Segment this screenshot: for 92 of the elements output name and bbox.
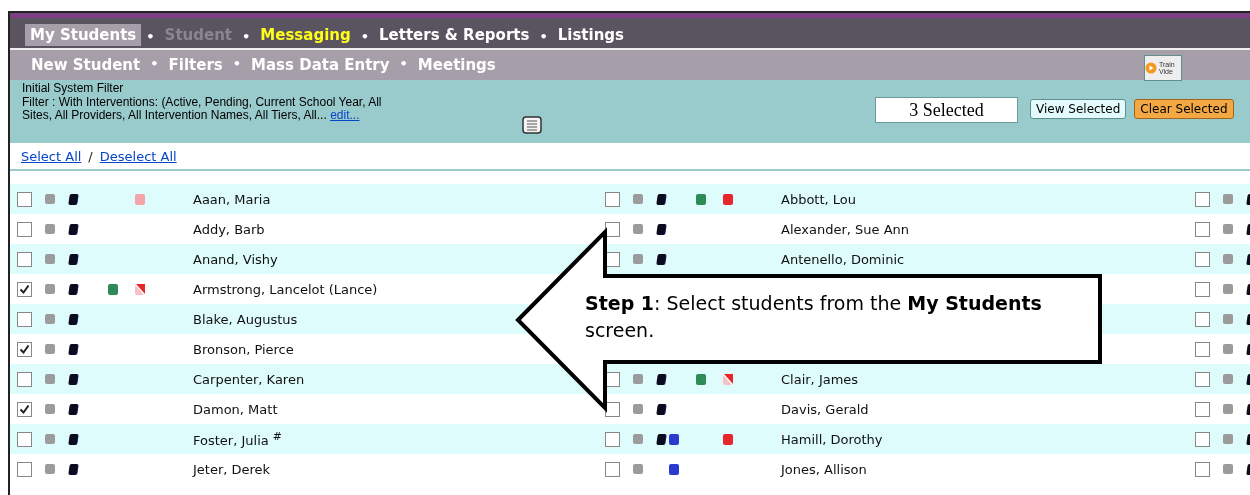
square-icon: [45, 254, 55, 264]
link-divider: /: [88, 148, 93, 164]
student-name[interactable]: Blake, Augustus: [193, 311, 298, 327]
nav-tab[interactable]: Listings: [552, 24, 629, 46]
square-icon: [45, 374, 55, 384]
student-name[interactable]: Jones, Allison: [781, 461, 867, 477]
deselect-all-link[interactable]: Deselect All: [99, 148, 177, 164]
square-icon: [1223, 374, 1233, 384]
student-checkbox[interactable]: [1195, 431, 1210, 447]
student-checkbox[interactable]: [17, 281, 32, 297]
student-checkbox[interactable]: [1195, 281, 1210, 297]
square-icon: [633, 404, 643, 414]
clear-button[interactable]: Clear Selected: [1134, 99, 1234, 119]
student-checkbox[interactable]: [605, 401, 620, 417]
student-name[interactable]: Davis, Gerald: [781, 401, 869, 417]
nav-tab[interactable]: Messaging: [255, 24, 356, 46]
student-name[interactable]: Abbott, Lou: [781, 191, 857, 207]
square-icon: [45, 224, 55, 234]
student-checkbox[interactable]: [1195, 191, 1210, 207]
square-icon: [1223, 314, 1233, 324]
student-name[interactable]: Alexander, Sue Ann: [781, 221, 910, 237]
square-icon: [1223, 224, 1233, 234]
square-icon: [633, 194, 643, 204]
square-icon: [633, 374, 643, 384]
nav-tab[interactable]: Letters & Reports: [374, 24, 535, 46]
student-checkbox[interactable]: [17, 401, 32, 417]
nav-separator: •: [398, 55, 409, 71]
nav-separator: •: [359, 29, 370, 44]
student-checkbox[interactable]: [605, 191, 620, 207]
student-checkbox[interactable]: [17, 251, 32, 267]
square-icon: [633, 434, 643, 444]
nav-separator: •: [241, 29, 252, 44]
student-name[interactable]: Bronson, Pierce: [193, 341, 294, 357]
student-name[interactable]: Foster, Julia $^{#}$: [193, 429, 282, 449]
square-icon: [1223, 284, 1233, 294]
filter-text: Sites, All Providers, All Intervention Names, All Tiers, All...: [22, 108, 327, 122]
student-checkbox[interactable]: [17, 191, 32, 207]
student-checkbox[interactable]: [1195, 341, 1210, 357]
student-checkbox[interactable]: [1195, 251, 1210, 267]
nav-separator: •: [231, 55, 243, 71]
square-icon: [45, 404, 55, 414]
square-icon: [633, 464, 643, 474]
student-checkbox[interactable]: [1195, 221, 1210, 237]
student-checkbox[interactable]: [605, 431, 620, 447]
nav-separator: •: [538, 29, 549, 44]
student-checkbox[interactable]: [1195, 371, 1210, 387]
square-icon: [45, 434, 55, 444]
filter-text: Initial System Filter: [22, 82, 125, 96]
student-checkbox[interactable]: [1195, 401, 1210, 417]
student-checkbox[interactable]: [605, 221, 620, 237]
square-icon: [633, 254, 643, 264]
student-name[interactable]: Clair, James: [781, 371, 859, 387]
square-icon: [633, 224, 643, 234]
view-button[interactable]: View Selected: [1030, 99, 1127, 119]
callout-text: Step 1: Select students from the My Students screen.: [585, 291, 1043, 343]
square-icon: [45, 344, 55, 354]
select-all-link[interactable]: Select All: [21, 148, 82, 164]
student-checkbox[interactable]: [17, 371, 32, 387]
student-checkbox[interactable]: [17, 311, 32, 327]
square-icon: [1223, 344, 1233, 354]
list-icon[interactable]: [522, 116, 542, 134]
student-checkbox[interactable]: [605, 461, 620, 477]
edit-link[interactable]: edit...: [330, 108, 360, 122]
square-icon: [1223, 434, 1233, 444]
square-icon: [1223, 404, 1233, 414]
student-name[interactable]: Hamill, Dorothy: [781, 431, 883, 447]
student-checkbox[interactable]: [17, 431, 32, 447]
nav-separator: •: [149, 55, 160, 71]
square-icon: [1223, 464, 1233, 474]
selected-count: 3 Selected: [875, 97, 1018, 123]
student-name[interactable]: Antenello, Dominic: [781, 251, 905, 267]
square-icon: [45, 194, 55, 204]
square-icon: [45, 314, 55, 324]
filter-text: Filter : With Interventions: (Active, Pending, Current School Year, All: [22, 95, 383, 109]
square-icon: [1223, 254, 1233, 264]
student-name[interactable]: Jeter, Derek: [193, 461, 271, 477]
student-checkbox[interactable]: [1195, 311, 1210, 327]
nav-separator: •: [145, 29, 156, 44]
square-icon: [45, 284, 55, 294]
student-name[interactable]: Armstrong, Lancelot (Lance): [193, 281, 378, 297]
student-name[interactable]: Anand, Vishy: [193, 251, 278, 267]
student-name[interactable]: Aaan, Maria: [193, 191, 271, 207]
square-icon: [45, 464, 55, 474]
play-icon: [1145, 62, 1157, 74]
student-checkbox[interactable]: [17, 341, 32, 357]
square-icon: [1223, 194, 1233, 204]
student-name[interactable]: Damon, Matt: [193, 401, 278, 417]
student-checkbox[interactable]: [1195, 461, 1210, 477]
student-checkbox[interactable]: [17, 461, 32, 477]
student-name[interactable]: Addy, Barb: [193, 221, 265, 237]
student-checkbox[interactable]: [17, 221, 32, 237]
student-name[interactable]: Carpenter, Karen: [193, 371, 305, 387]
